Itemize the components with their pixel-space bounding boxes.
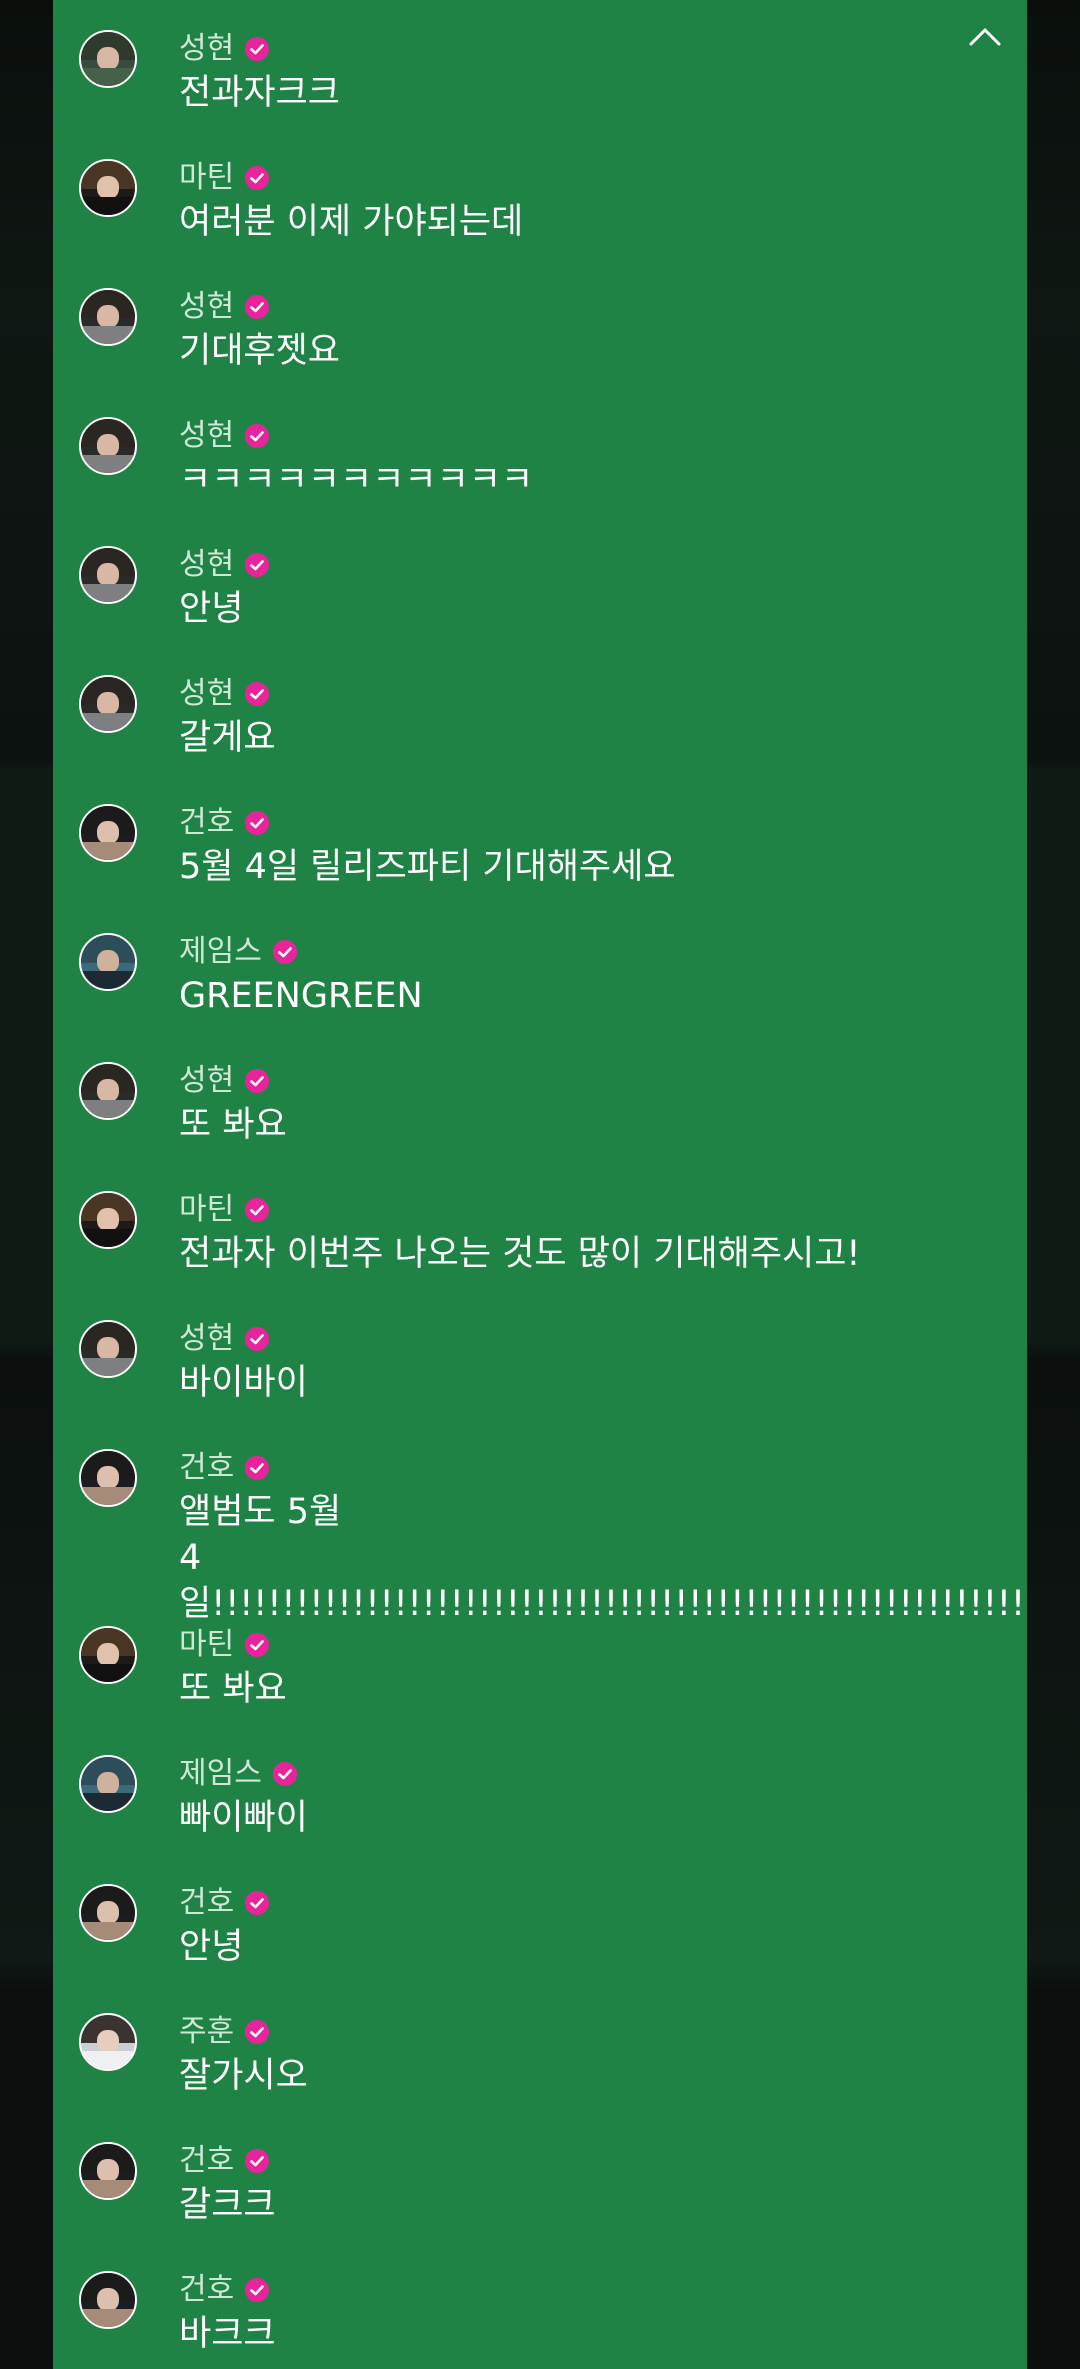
verified-badge-icon xyxy=(272,940,297,964)
avatar[interactable] xyxy=(79,1449,137,1507)
verified-badge-icon xyxy=(245,811,270,835)
message-text: GREENGREEN xyxy=(179,976,423,1016)
sender-name: 성현 xyxy=(179,31,235,66)
message-text: 갈크크 xyxy=(179,2185,276,2225)
avatar[interactable] xyxy=(79,1062,137,1120)
verified-badge-icon xyxy=(245,424,270,448)
verified-badge-icon xyxy=(245,1456,270,1480)
sender-name: 건호 xyxy=(179,805,235,840)
verified-badge-icon xyxy=(245,1327,270,1351)
message-text: 갈게요 xyxy=(179,718,276,758)
sender-name: 성현 xyxy=(179,418,235,453)
message-text: 여러분 이제 가야되는데 xyxy=(179,202,524,242)
avatar[interactable] xyxy=(79,288,137,346)
message-text: 또 봐요 xyxy=(179,1669,287,1709)
avatar[interactable] xyxy=(79,1755,137,1813)
sender-name: 제임스 xyxy=(179,1756,262,1791)
message-text: 또 봐요 xyxy=(179,1105,287,1145)
avatar[interactable] xyxy=(79,933,137,991)
avatar[interactable] xyxy=(79,804,137,862)
verified-badge-icon xyxy=(245,1198,270,1222)
message-text: ㅋㅋㅋㅋㅋㅋㅋㅋㅋㅋㅋ xyxy=(179,460,534,500)
message-text: 안녕 xyxy=(179,1927,244,1967)
verified-badge-icon xyxy=(245,1891,270,1915)
chevron-up-icon[interactable] xyxy=(965,22,1005,52)
sender-name: 마틴 xyxy=(179,160,235,195)
avatar[interactable] xyxy=(79,1884,137,1942)
sender-name: 주훈 xyxy=(179,2014,235,2049)
avatar[interactable] xyxy=(79,1320,137,1378)
avatar[interactable] xyxy=(79,30,137,88)
avatar[interactable] xyxy=(79,1626,137,1684)
sender-name: 성현 xyxy=(179,1063,235,1098)
message-text: 앨범도 5월 4일!!!!!!!!!!!!!!!!!!!!!!!!!!!!!!!… xyxy=(179,1492,1027,1624)
sender-name: 건호 xyxy=(179,1885,235,1920)
verified-badge-icon xyxy=(245,166,270,190)
message-text: 빠이빠이 xyxy=(179,1798,308,1838)
verified-badge-icon xyxy=(245,553,270,577)
sender-name: 건호 xyxy=(179,1450,235,1485)
avatar[interactable] xyxy=(79,2013,137,2071)
avatar[interactable] xyxy=(79,417,137,475)
verified-badge-icon xyxy=(245,2278,270,2302)
sender-name: 성현 xyxy=(179,547,235,582)
chat-panel[interactable]: 성현 전과자크크 마틴 여러분 이제 가야되는데 성현 기대후젯요 성현 ㅋㅋㅋ… xyxy=(53,0,1027,2369)
message-text: 5월 4일 릴리즈파티 기대해주세요 xyxy=(179,847,676,887)
sender-name: 성현 xyxy=(179,676,235,711)
avatar[interactable] xyxy=(79,1191,137,1249)
verified-badge-icon xyxy=(272,1762,297,1786)
message-text: 바크크 xyxy=(179,2314,276,2354)
verified-badge-icon xyxy=(245,1069,270,1093)
sender-name: 마틴 xyxy=(179,1192,235,1227)
sender-name: 건호 xyxy=(179,2272,235,2307)
message-text: 바이바이 xyxy=(179,1363,308,1403)
message-text: 전과자 이번주 나오는 것도 많이 기대해주시고! xyxy=(179,1234,861,1274)
avatar[interactable] xyxy=(79,675,137,733)
sender-name: 마틴 xyxy=(179,1627,235,1662)
avatar[interactable] xyxy=(79,2271,137,2329)
verified-badge-icon xyxy=(245,295,270,319)
sender-name: 성현 xyxy=(179,1321,235,1356)
avatar[interactable] xyxy=(79,2142,137,2200)
message-text: 전과자크크 xyxy=(179,73,341,113)
sender-name: 건호 xyxy=(179,2143,235,2178)
avatar[interactable] xyxy=(79,546,137,604)
verified-badge-icon xyxy=(245,37,270,61)
message-text: 안녕 xyxy=(179,589,244,629)
message-text: 기대후젯요 xyxy=(179,331,341,371)
verified-badge-icon xyxy=(245,2149,270,2173)
verified-badge-icon xyxy=(245,2020,270,2044)
sender-name: 성현 xyxy=(179,289,235,324)
avatar[interactable] xyxy=(79,159,137,217)
verified-badge-icon xyxy=(245,682,270,706)
sender-name: 제임스 xyxy=(179,934,262,969)
verified-badge-icon xyxy=(245,1633,270,1657)
message-text: 잘가시오 xyxy=(179,2056,308,2096)
